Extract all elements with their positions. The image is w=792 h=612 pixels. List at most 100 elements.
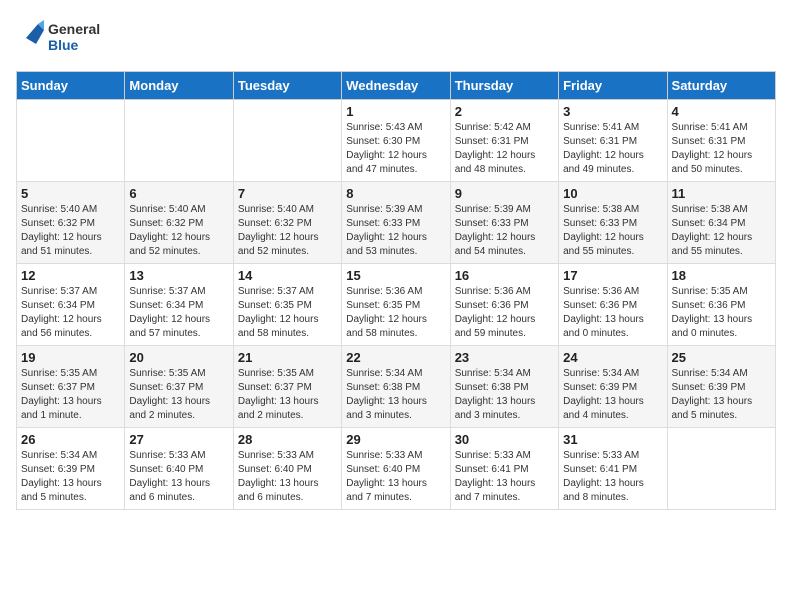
calendar-cell: 13 Sunrise: 5:37 AM Sunset: 6:34 PM Dayli… [125,264,233,346]
day-info: Sunrise: 5:33 AM Sunset: 6:40 PM Dayligh… [238,449,337,505]
day-info: Sunrise: 5:41 AM Sunset: 6:31 PM Dayligh… [563,121,662,177]
calendar-cell: 22 Sunrise: 5:34 AM Sunset: 6:38 PM Dayli… [342,346,450,428]
day-info: Sunrise: 5:33 AM Sunset: 6:41 PM Dayligh… [563,449,662,505]
calendar-cell: 29 Sunrise: 5:33 AM Sunset: 6:40 PM Dayli… [342,428,450,510]
day-number: 31 [563,432,662,447]
day-header-thursday: Thursday [450,72,558,100]
day-number: 28 [238,432,337,447]
day-info: Sunrise: 5:38 AM Sunset: 6:33 PM Dayligh… [563,203,662,259]
calendar-cell: 30Sunrise: 5:33 AM Sunset: 6:41 PM Dayli… [450,428,558,510]
day-header-friday: Friday [559,72,667,100]
day-info: Sunrise: 5:38 AM Sunset: 6:34 PM Dayligh… [672,203,771,259]
day-number: 23 [455,350,554,365]
day-number: 19 [21,350,120,365]
calendar-cell: 1 Sunrise: 5:43 AM Sunset: 6:30 PM Daylig… [342,100,450,182]
day-number: 4 [672,104,771,119]
day-info: Sunrise: 5:43 AM Sunset: 6:30 PM Dayligh… [346,121,445,177]
calendar-week-5: 26 Sunrise: 5:34 AM Sunset: 6:39 PM Dayli… [17,428,776,510]
day-info: Sunrise: 5:39 AM Sunset: 6:33 PM Dayligh… [346,203,445,259]
day-info: Sunrise: 5:34 AM Sunset: 6:38 PM Dayligh… [346,367,445,423]
day-number: 12 [21,268,120,283]
day-number: 6 [129,186,228,201]
day-number: 14 [238,268,337,283]
day-number: 5 [21,186,120,201]
calendar-table: SundayMondayTuesdayWednesdayThursdayFrid… [16,71,776,510]
calendar-cell: 16Sunrise: 5:36 AM Sunset: 6:36 PM Dayli… [450,264,558,346]
day-info: Sunrise: 5:34 AM Sunset: 6:39 PM Dayligh… [21,449,120,505]
calendar-cell: 2Sunrise: 5:42 AM Sunset: 6:31 PM Daylig… [450,100,558,182]
day-info: Sunrise: 5:42 AM Sunset: 6:31 PM Dayligh… [455,121,554,177]
page-header: General Blue [16,16,776,61]
calendar-cell [125,100,233,182]
day-number: 11 [672,186,771,201]
calendar-cell: 15 Sunrise: 5:36 AM Sunset: 6:35 PM Dayli… [342,264,450,346]
day-number: 13 [129,268,228,283]
day-number: 15 [346,268,445,283]
logo-svg: General Blue [16,16,126,61]
day-number: 22 [346,350,445,365]
day-info: Sunrise: 5:33 AM Sunset: 6:41 PM Dayligh… [455,449,554,505]
calendar-cell: 9 Sunrise: 5:39 AM Sunset: 6:33 PM Daylig… [450,182,558,264]
calendar-week-4: 19 Sunrise: 5:35 AM Sunset: 6:37 PM Dayli… [17,346,776,428]
day-number: 24 [563,350,662,365]
calendar-cell: 19 Sunrise: 5:35 AM Sunset: 6:37 PM Dayli… [17,346,125,428]
day-number: 26 [21,432,120,447]
calendar-cell: 21 Sunrise: 5:35 AM Sunset: 6:37 PM Dayli… [233,346,341,428]
day-number: 16 [455,268,554,283]
day-number: 20 [129,350,228,365]
calendar-cell: 17 Sunrise: 5:36 AM Sunset: 6:36 PM Dayli… [559,264,667,346]
calendar-cell: 20 Sunrise: 5:35 AM Sunset: 6:37 PM Dayli… [125,346,233,428]
day-info: Sunrise: 5:41 AM Sunset: 6:31 PM Dayligh… [672,121,771,177]
calendar-cell [233,100,341,182]
day-number: 9 [455,186,554,201]
day-info: Sunrise: 5:37 AM Sunset: 6:34 PM Dayligh… [21,285,120,341]
day-number: 29 [346,432,445,447]
calendar-cell: 18 Sunrise: 5:35 AM Sunset: 6:36 PM Dayli… [667,264,775,346]
day-info: Sunrise: 5:40 AM Sunset: 6:32 PM Dayligh… [21,203,120,259]
calendar-cell: 24 Sunrise: 5:34 AM Sunset: 6:39 PM Dayli… [559,346,667,428]
day-info: Sunrise: 5:40 AM Sunset: 6:32 PM Dayligh… [129,203,228,259]
calendar-cell: 25Sunrise: 5:34 AM Sunset: 6:39 PM Dayli… [667,346,775,428]
day-info: Sunrise: 5:34 AM Sunset: 6:39 PM Dayligh… [563,367,662,423]
day-number: 8 [346,186,445,201]
day-info: Sunrise: 5:37 AM Sunset: 6:35 PM Dayligh… [238,285,337,341]
day-number: 17 [563,268,662,283]
day-info: Sunrise: 5:35 AM Sunset: 6:37 PM Dayligh… [21,367,120,423]
day-info: Sunrise: 5:33 AM Sunset: 6:40 PM Dayligh… [346,449,445,505]
day-header-tuesday: Tuesday [233,72,341,100]
calendar-cell: 4 Sunrise: 5:41 AM Sunset: 6:31 PM Daylig… [667,100,775,182]
day-header-sunday: Sunday [17,72,125,100]
day-info: Sunrise: 5:36 AM Sunset: 6:35 PM Dayligh… [346,285,445,341]
day-info: Sunrise: 5:34 AM Sunset: 6:38 PM Dayligh… [455,367,554,423]
calendar-cell: 26 Sunrise: 5:34 AM Sunset: 6:39 PM Dayli… [17,428,125,510]
calendar-cell: 23 Sunrise: 5:34 AM Sunset: 6:38 PM Dayli… [450,346,558,428]
day-header-saturday: Saturday [667,72,775,100]
day-number: 3 [563,104,662,119]
day-info: Sunrise: 5:37 AM Sunset: 6:34 PM Dayligh… [129,285,228,341]
calendar-cell: 31 Sunrise: 5:33 AM Sunset: 6:41 PM Dayli… [559,428,667,510]
calendar-cell: 14 Sunrise: 5:37 AM Sunset: 6:35 PM Dayli… [233,264,341,346]
day-header-wednesday: Wednesday [342,72,450,100]
calendar-cell [17,100,125,182]
day-info: Sunrise: 5:35 AM Sunset: 6:37 PM Dayligh… [238,367,337,423]
svg-text:Blue: Blue [48,37,79,53]
calendar-cell: 27Sunrise: 5:33 AM Sunset: 6:40 PM Dayli… [125,428,233,510]
day-info: Sunrise: 5:36 AM Sunset: 6:36 PM Dayligh… [563,285,662,341]
day-info: Sunrise: 5:35 AM Sunset: 6:36 PM Dayligh… [672,285,771,341]
day-number: 18 [672,268,771,283]
day-number: 27 [129,432,228,447]
day-info: Sunrise: 5:39 AM Sunset: 6:33 PM Dayligh… [455,203,554,259]
svg-text:General: General [48,21,100,37]
day-number: 21 [238,350,337,365]
calendar-week-1: 1 Sunrise: 5:43 AM Sunset: 6:30 PM Daylig… [17,100,776,182]
day-info: Sunrise: 5:35 AM Sunset: 6:37 PM Dayligh… [129,367,228,423]
calendar-week-3: 12 Sunrise: 5:37 AM Sunset: 6:34 PM Dayli… [17,264,776,346]
day-number: 25 [672,350,771,365]
calendar-cell: 6 Sunrise: 5:40 AM Sunset: 6:32 PM Daylig… [125,182,233,264]
days-header-row: SundayMondayTuesdayWednesdayThursdayFrid… [17,72,776,100]
calendar-cell: 5 Sunrise: 5:40 AM Sunset: 6:32 PM Daylig… [17,182,125,264]
calendar-cell [667,428,775,510]
calendar-cell: 3 Sunrise: 5:41 AM Sunset: 6:31 PM Daylig… [559,100,667,182]
day-number: 1 [346,104,445,119]
calendar-week-2: 5 Sunrise: 5:40 AM Sunset: 6:32 PM Daylig… [17,182,776,264]
